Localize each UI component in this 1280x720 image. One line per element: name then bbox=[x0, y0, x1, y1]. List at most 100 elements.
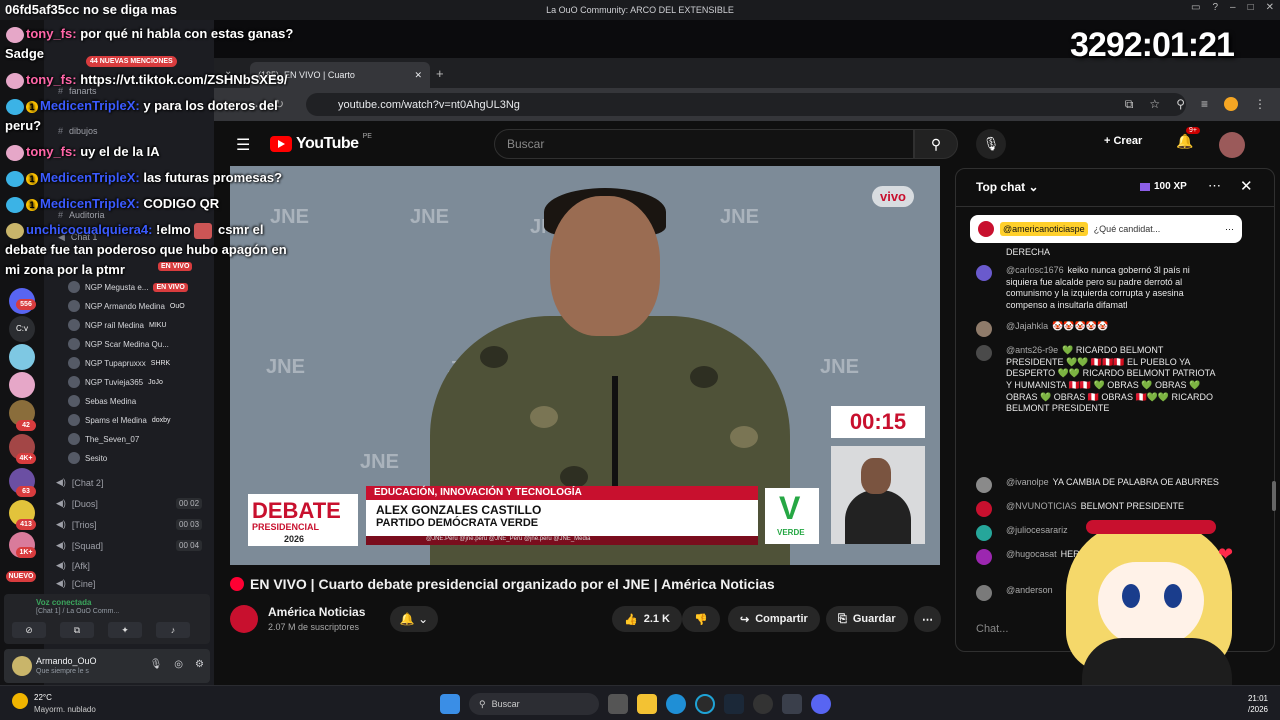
voice-channel[interactable]: ◀) [Duos] 00 02 bbox=[56, 498, 203, 509]
server-badge: 63 bbox=[16, 486, 36, 497]
server-icon-cv[interactable]: C:v bbox=[9, 316, 35, 342]
voice-user-name: Spams el Medina bbox=[85, 415, 147, 425]
message-author: @Jajahkla bbox=[1006, 321, 1049, 331]
chat-scrollbar[interactable] bbox=[1272, 481, 1276, 511]
voice-user[interactable]: Sebas Medina bbox=[68, 395, 136, 407]
profile-icon[interactable] bbox=[1224, 97, 1238, 111]
search-button[interactable]: ⚲ bbox=[914, 129, 958, 159]
youtube-logo[interactable]: YouTube PE bbox=[270, 133, 372, 153]
notifications-button[interactable]: 🔔 9+ bbox=[1176, 127, 1200, 150]
more-actions-button[interactable]: ⋯ bbox=[914, 606, 941, 632]
cast-icon[interactable]: ⧉ bbox=[1125, 97, 1134, 112]
camo-spot bbox=[480, 346, 508, 368]
channel-name[interactable]: América Noticias bbox=[268, 605, 365, 619]
taskbar-search[interactable]: ⚲ Buscar bbox=[469, 693, 599, 715]
tablet-icon[interactable]: ▭ bbox=[1191, 2, 1200, 13]
server-icon[interactable] bbox=[9, 344, 35, 370]
mic-icon[interactable]: 🎙 bbox=[150, 659, 163, 670]
voice-user[interactable]: NGP Megusta e... EN VIVO bbox=[68, 281, 188, 293]
voice-user[interactable]: NGP raíl Medina MIKU bbox=[68, 319, 167, 331]
extensions-icon[interactable]: ⚲ bbox=[1176, 97, 1185, 112]
minimize-icon[interactable]: – bbox=[1230, 2, 1236, 13]
avatar bbox=[976, 321, 992, 337]
avatar bbox=[978, 221, 994, 237]
server-icon[interactable] bbox=[9, 372, 35, 398]
new-tab-icon[interactable]: + bbox=[436, 66, 444, 81]
avatar[interactable] bbox=[12, 656, 32, 676]
voice-channel[interactable]: ◀) [Squad] 00 04 bbox=[56, 540, 203, 551]
task-view-icon[interactable] bbox=[608, 694, 628, 714]
server-badge: 556 bbox=[16, 299, 36, 310]
edge-icon[interactable] bbox=[666, 694, 686, 714]
speaker-icon: ◀) bbox=[56, 560, 66, 570]
menu-icon[interactable]: ⋮ bbox=[1254, 97, 1266, 112]
camera-off-icon[interactable]: ⊘ bbox=[12, 622, 46, 638]
voice-channel[interactable]: ◀) [Chat 2] bbox=[56, 477, 103, 488]
search-input[interactable]: Buscar bbox=[494, 129, 914, 159]
like-button[interactable]: 👍 2.1 K bbox=[612, 606, 682, 632]
voice-user[interactable]: Sesito bbox=[68, 452, 107, 464]
gear-icon[interactable] bbox=[782, 694, 802, 714]
overlay-user: MedicenTripleX: bbox=[40, 196, 140, 211]
chrome-icon[interactable] bbox=[753, 694, 773, 714]
subscription-bell-button[interactable]: 🔔 ⌄ bbox=[390, 606, 438, 632]
channel-avatar[interactable] bbox=[230, 605, 258, 633]
avatar bbox=[68, 338, 80, 350]
close-icon[interactable]: ✕ bbox=[1266, 2, 1274, 13]
file-explorer-icon[interactable] bbox=[637, 694, 657, 714]
voice-search-button[interactable]: 🎙 bbox=[976, 129, 1006, 159]
voice-user[interactable]: NGP Armando Medina OuO bbox=[68, 300, 185, 312]
voice-user[interactable]: NGP Tuvieja365 JoJo bbox=[68, 376, 163, 388]
soundboard-icon[interactable]: ♪ bbox=[156, 622, 190, 638]
avatar bbox=[976, 585, 992, 601]
voice-user[interactable]: NGP Tupapruxxx SHRK bbox=[68, 357, 170, 369]
chat-mode-selector[interactable]: Top chat ⌄ bbox=[976, 180, 1039, 194]
stream-timer: 3292:01:21 bbox=[1070, 26, 1235, 64]
channel-item[interactable]: # dibujos bbox=[58, 126, 98, 136]
avatar[interactable] bbox=[1219, 132, 1245, 158]
gear-icon[interactable]: ⚙ bbox=[195, 659, 204, 670]
clock[interactable]: 21:01 /2026 bbox=[1248, 693, 1268, 715]
debate-logo-subtitle: PRESIDENCIAL bbox=[252, 522, 320, 532]
create-button[interactable]: + Crear bbox=[1104, 135, 1142, 147]
close-icon[interactable]: ✕ bbox=[1240, 177, 1253, 195]
pinned-message[interactable]: @americanoticiaspe ¿Qué candidat... ⋯ bbox=[970, 215, 1242, 243]
maximize-icon[interactable]: □ bbox=[1248, 2, 1254, 13]
windows-start-icon[interactable] bbox=[440, 694, 460, 714]
menu-icon[interactable]: ☰ bbox=[236, 135, 250, 155]
voice-user[interactable]: The_Seven_07 bbox=[68, 433, 139, 445]
chat-input[interactable]: Chat... bbox=[976, 623, 1008, 635]
voice-channel[interactable]: ◀) [Trios] 00 03 bbox=[56, 519, 203, 530]
taskbar-apps: ⚲ Buscar bbox=[440, 693, 831, 715]
voice-user[interactable]: Spams el Medina doxby bbox=[68, 414, 171, 426]
user-badge-icon bbox=[6, 170, 24, 187]
star-icon[interactable]: ☆ bbox=[1149, 97, 1160, 112]
speaker-head bbox=[550, 196, 660, 336]
address-bar[interactable]: youtube.com/watch?v=nt0AhgUL3Ng bbox=[306, 93, 1186, 116]
help-icon[interactable]: ? bbox=[1212, 2, 1218, 13]
discord-icon[interactable] bbox=[811, 694, 831, 714]
save-button[interactable]: ⎘ Guardar bbox=[826, 606, 908, 632]
more-icon[interactable]: ⋯ bbox=[1208, 178, 1221, 194]
pinned-text: ¿Qué candidat... bbox=[1093, 224, 1161, 234]
speaker-icon: ◀) bbox=[56, 578, 66, 588]
coin-icon: 1 bbox=[26, 100, 38, 113]
more-icon[interactable]: ⋯ bbox=[1225, 224, 1234, 235]
headphones-icon[interactable]: ◎ bbox=[174, 659, 183, 670]
voice-channel[interactable]: ◀) [Cine] bbox=[56, 578, 95, 589]
voice-user[interactable]: NGP Scar Medina Qu... bbox=[68, 338, 169, 350]
activities-icon[interactable]: ✦ bbox=[108, 622, 142, 638]
dislike-button[interactable]: 👎 bbox=[682, 606, 720, 632]
camo-spot bbox=[560, 466, 588, 488]
overlay-text: peru? bbox=[5, 118, 42, 133]
video-player[interactable]: JNE JNE JNE JNE JNE JNE JNE JNE vivo 00:… bbox=[230, 166, 940, 565]
voice-channel[interactable]: ◀) [Afk] bbox=[56, 560, 90, 571]
party-logo: V VERDE bbox=[765, 488, 819, 544]
copilot-icon[interactable] bbox=[695, 694, 715, 714]
share-button[interactable]: ↪ Compartir bbox=[728, 606, 820, 632]
steam-icon[interactable] bbox=[724, 694, 744, 714]
screen-share-icon[interactable]: ⧉ bbox=[60, 622, 94, 638]
tab-close-icon[interactable]: ✕ bbox=[414, 70, 422, 81]
media-icon[interactable]: ≡ bbox=[1201, 97, 1208, 112]
user-badge-icon bbox=[6, 196, 24, 213]
